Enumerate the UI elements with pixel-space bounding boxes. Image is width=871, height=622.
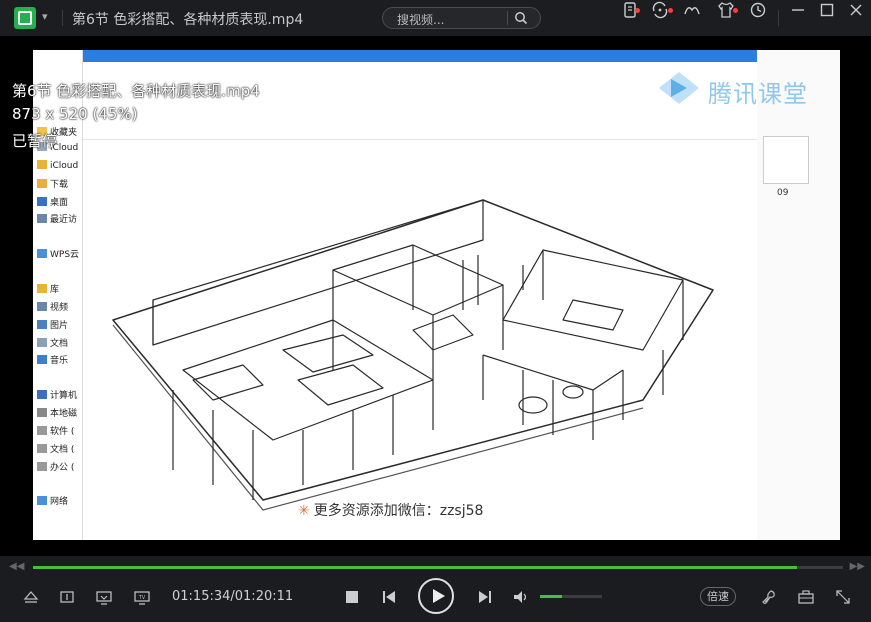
- explorer-item: iCloud: [37, 160, 78, 171]
- search-box[interactable]: 搜视频...: [382, 7, 541, 29]
- explorer-item: 文档 (: [37, 442, 74, 455]
- window-title: 第6节 色彩搭配、各种材质表现.mp4: [72, 12, 304, 28]
- volume-slider[interactable]: [540, 595, 602, 598]
- explorer-item: 图片: [37, 318, 68, 331]
- close-icon[interactable]: [846, 0, 866, 20]
- video-frame[interactable]: 收藏夹 iCloud iCloud 下载 桌面 最近访 WPS云 库 视频 图片…: [33, 50, 840, 540]
- explorer-item: WPS云: [37, 247, 79, 260]
- explorer-item: 文档: [37, 336, 68, 349]
- explorer-item: 音乐: [37, 353, 68, 366]
- control-bar: ◀◀ ▶▶ TV 01:15:34/01:20:11 倍速: [0, 556, 871, 622]
- notification-dot: [635, 8, 640, 13]
- file-label: 09: [777, 188, 789, 198]
- seek-forward-icon[interactable]: ▶▶: [850, 561, 865, 572]
- explorer-item: 下载: [37, 177, 68, 190]
- divider: [62, 10, 63, 26]
- notification-dot: [668, 8, 673, 13]
- divider: [778, 10, 779, 26]
- tv-cast-icon[interactable]: TV: [133, 588, 151, 606]
- tencent-classroom-logo-icon: [659, 72, 699, 104]
- file-thumbnail: [763, 136, 809, 184]
- explorer-right-pane: 09: [757, 50, 840, 540]
- overlay-filename: 第6节 色彩搭配、各种材质表现.mp4: [12, 82, 260, 100]
- refresh-sync-icon[interactable]: [650, 0, 670, 20]
- seek-bar[interactable]: [33, 566, 843, 569]
- watermark-text: 腾讯课堂: [708, 80, 808, 108]
- seek-back-icon[interactable]: ◀◀: [9, 561, 24, 572]
- play-button[interactable]: [418, 578, 454, 614]
- speed-button[interactable]: 倍速: [700, 587, 736, 606]
- seek-bar-progress: [33, 566, 797, 569]
- explorer-item: 办公 (: [37, 460, 74, 473]
- playback-time: 01:15:34/01:20:11: [172, 589, 294, 604]
- minimize-icon[interactable]: [788, 0, 808, 20]
- star-icon: ✳: [298, 503, 310, 519]
- explorer-item: 本地磁: [37, 406, 77, 419]
- promo-caption: ✳ 更多资源添加微信：zzsj58: [298, 503, 484, 519]
- tools-icon[interactable]: [760, 588, 778, 606]
- overlay-resolution: 873 x 520 (45%): [12, 105, 138, 123]
- notification-dot: [733, 8, 738, 13]
- fullscreen-icon[interactable]: [834, 588, 852, 606]
- explorer-item: 计算机: [37, 388, 77, 401]
- divider: [507, 11, 508, 25]
- viewer-title-bar: [83, 50, 757, 62]
- explorer-item: 软件 (: [37, 424, 74, 437]
- search-input[interactable]: 搜视频...: [397, 11, 444, 28]
- history-clock-icon[interactable]: [748, 0, 768, 20]
- svg-text:TV: TV: [138, 595, 146, 601]
- explorer-item: 视频: [37, 300, 68, 313]
- skin-icon[interactable]: [682, 0, 702, 20]
- volume-slider-level: [540, 595, 562, 598]
- previous-icon[interactable]: [380, 588, 398, 606]
- app-logo-icon[interactable]: [14, 7, 36, 29]
- explorer-item: 桌面: [37, 195, 68, 208]
- menu-chevron-down-icon[interactable]: ▾: [42, 10, 48, 23]
- next-icon[interactable]: [476, 588, 494, 606]
- eject-icon[interactable]: [22, 588, 40, 606]
- video-explorer-sidebar: 收藏夹 iCloud iCloud 下载 桌面 最近访 WPS云 库 视频 图片…: [33, 50, 83, 540]
- subtitle-icon[interactable]: [58, 588, 76, 606]
- title-bar: ▾ 第6节 色彩搭配、各种材质表现.mp4 搜视频...: [0, 0, 871, 36]
- search-icon[interactable]: [514, 11, 528, 25]
- stop-icon[interactable]: [343, 588, 361, 606]
- screenshot-icon[interactable]: [95, 588, 113, 606]
- floorplan-sketch: [112, 199, 714, 511]
- toolbox-icon[interactable]: [797, 588, 815, 606]
- play-icon: [433, 589, 445, 603]
- explorer-item: 最近访: [37, 212, 77, 225]
- explorer-item: 网络: [37, 494, 68, 507]
- maximize-icon[interactable]: [817, 0, 837, 20]
- explorer-item: 库: [37, 282, 59, 295]
- overlay-status: 已暂停: [12, 132, 58, 150]
- volume-icon[interactable]: [512, 588, 530, 606]
